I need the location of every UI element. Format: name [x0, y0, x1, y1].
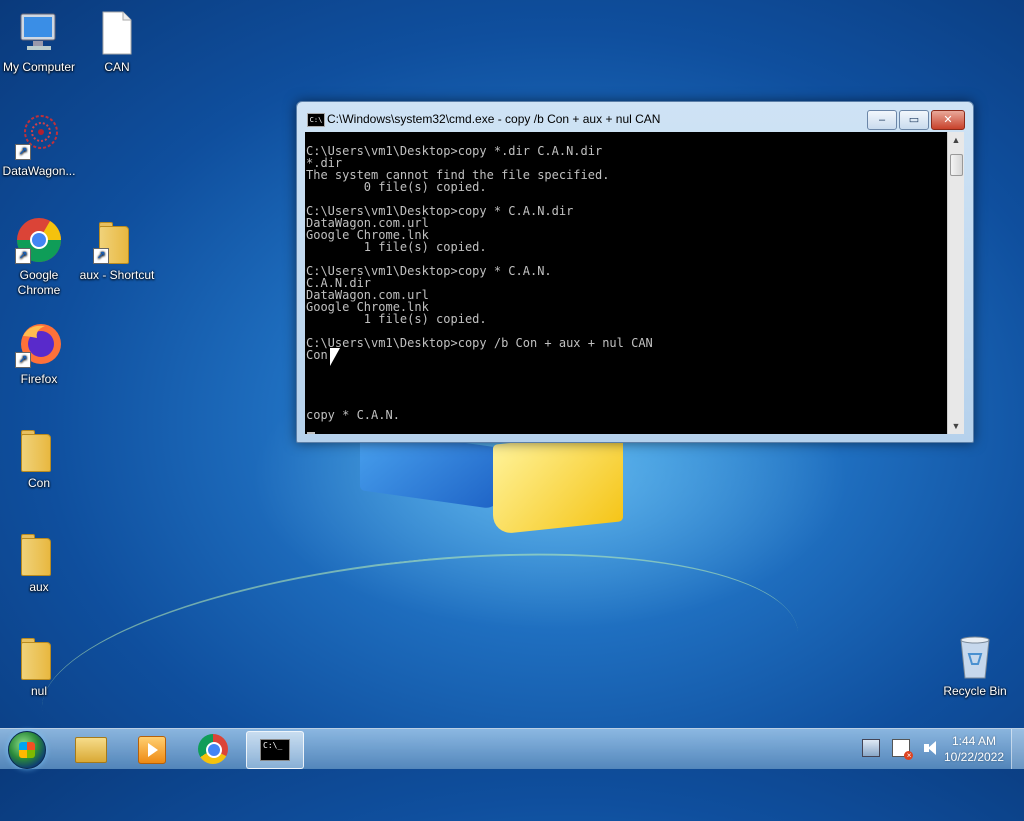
desktop-icon-can[interactable]: CAN — [77, 8, 157, 75]
maximize-button[interactable]: ▭ — [899, 110, 929, 130]
close-button[interactable]: ✕ — [931, 110, 965, 130]
folder-icon — [15, 528, 63, 576]
cmd-window[interactable]: C:\ C:\Windows\system32\cmd.exe - copy /… — [296, 101, 974, 443]
minimize-button[interactable]: ‒ — [867, 110, 897, 130]
vertical-scrollbar[interactable]: ▲ ▼ — [947, 132, 964, 434]
desktop-icon-my-computer[interactable]: My Computer — [0, 8, 79, 75]
desktop-icon-label: Google Chrome — [17, 268, 61, 297]
desktop-icon-google-chrome[interactable]: ↗ Google Chrome — [0, 216, 79, 298]
shortcut-arrow-icon: ↗ — [93, 248, 109, 264]
taskbar: C:\_ × 1:44 AM 10/22/2022 — [0, 728, 1024, 769]
desktop-icon-recycle-bin[interactable]: Recycle Bin — [935, 632, 1015, 699]
datawagon-url-icon: ↗ — [15, 112, 63, 160]
media-player-icon — [138, 736, 166, 764]
start-button[interactable] — [8, 731, 46, 769]
action-center-flag-icon[interactable]: × — [892, 739, 914, 760]
desktop-icon-label: nul — [30, 684, 47, 698]
recycle-bin-icon — [951, 632, 999, 680]
taskbar-clock[interactable]: 1:44 AM 10/22/2022 — [936, 733, 1012, 765]
shortcut-arrow-icon: ↗ — [15, 352, 31, 368]
desktop-icon-firefox[interactable]: ↗ Firefox — [0, 320, 79, 387]
computer-icon — [15, 8, 63, 56]
clock-date: 10/22/2022 — [943, 750, 1005, 764]
scroll-down-arrow-icon[interactable]: ▼ — [948, 418, 964, 434]
network-icon[interactable] — [862, 739, 880, 757]
shortcut-arrow-icon: ↗ — [15, 248, 31, 264]
folder-icon — [15, 424, 63, 472]
desktop-icon-aux-folder[interactable]: aux — [0, 528, 79, 595]
desktop-icon-datawagon[interactable]: ↗ DataWagon... — [0, 112, 79, 179]
firefox-icon: ↗ — [15, 320, 63, 368]
desktop-icon-label: Con — [27, 476, 50, 490]
desktop-icon-label: aux - Shortcut — [79, 268, 155, 282]
desktop-icon-label: CAN — [104, 60, 130, 74]
console-text: C:\Users\vm1\Desktop>copy *.dir C.A.N.di… — [306, 144, 653, 422]
folder-explorer-icon — [75, 737, 107, 763]
desktop-icon-label: Recycle Bin — [943, 684, 1007, 698]
desktop-icon-aux-shortcut[interactable]: ↗ aux - Shortcut — [77, 216, 157, 283]
desktop-icon-label: DataWagon... — [2, 164, 76, 178]
cmd-window-title: C:\Windows\system32\cmd.exe - copy /b Co… — [327, 112, 661, 126]
desktop-icon-label: aux — [29, 580, 49, 594]
desktop-icon-nul-folder[interactable]: nul — [0, 632, 79, 699]
error-x-icon: × — [904, 751, 914, 760]
taskbar-explorer-button[interactable] — [62, 731, 118, 767]
desktop-icon-label: My Computer — [2, 60, 76, 74]
shortcut-arrow-icon: ↗ — [15, 144, 31, 160]
cmd-window-icon[interactable]: C:\ — [307, 113, 325, 127]
mouse-pointer-icon — [330, 348, 340, 366]
windows-logo-yellow-pane — [493, 431, 623, 535]
console-output[interactable]: C:\Users\vm1\Desktop>copy *.dir C.A.N.di… — [305, 132, 947, 434]
taskbar-cmd-button[interactable]: C:\_ — [246, 731, 304, 769]
cmd-icon: C:\_ — [260, 739, 290, 761]
taskbar-media-player-button[interactable] — [124, 731, 180, 767]
taskbar-chrome-button[interactable] — [186, 731, 242, 767]
system-tray: × — [862, 739, 947, 760]
folder-icon: ↗ — [93, 216, 141, 264]
folder-icon — [15, 632, 63, 680]
chrome-icon: ↗ — [15, 216, 63, 264]
desktop-icon-label: Firefox — [20, 372, 58, 386]
cmd-titlebar[interactable]: C:\ C:\Windows\system32\cmd.exe - copy /… — [297, 102, 973, 132]
scroll-thumb[interactable] — [950, 154, 963, 176]
clock-time: 1:44 AM — [951, 734, 997, 748]
desktop-icon-con-folder[interactable]: Con — [0, 424, 79, 491]
chrome-icon — [198, 734, 228, 764]
windows-flag-icon — [19, 742, 35, 758]
scroll-up-arrow-icon[interactable]: ▲ — [948, 132, 964, 148]
show-desktop-button[interactable] — [1011, 729, 1024, 769]
blank-file-icon — [93, 8, 141, 56]
text-cursor — [307, 432, 315, 434]
